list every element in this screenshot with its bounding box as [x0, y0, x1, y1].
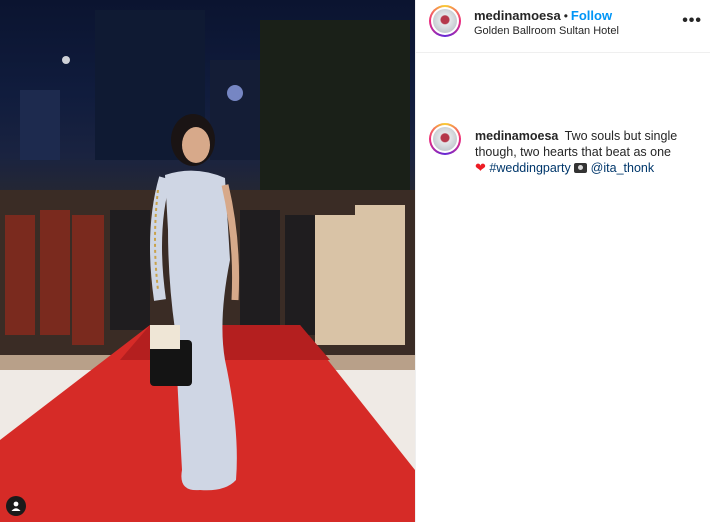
more-horizontal-icon[interactable]: •••: [682, 12, 702, 30]
separator-dot: •: [563, 9, 568, 23]
username-link[interactable]: medinamoesa: [474, 8, 561, 23]
follow-button[interactable]: Follow: [571, 8, 612, 23]
avatar[interactable]: [429, 5, 461, 37]
post-photo[interactable]: [0, 0, 415, 522]
post-author-row: medinamoesa • Follow: [474, 8, 612, 23]
post-header: medinamoesa • Follow Golden Ballroom Sulta…: [416, 0, 710, 53]
hashtag-link[interactable]: #weddingparty: [489, 161, 570, 175]
post-side-panel: medinamoesa • Follow Golden Ballroom Sulta…: [415, 0, 710, 522]
caption-author-link[interactable]: medinamoesa: [475, 129, 558, 143]
caption-text: medinamoesa Two souls but single though,…: [475, 128, 700, 176]
tagged-user-button[interactable]: [6, 496, 26, 516]
post-image: [0, 10, 415, 522]
heart-emoji: ❤: [475, 160, 486, 175]
caption-avatar[interactable]: [429, 123, 461, 155]
mention-link[interactable]: @ita_thonk: [591, 161, 654, 175]
location-link[interactable]: Golden Ballroom Sultan Hotel: [474, 25, 619, 37]
camera-icon: [574, 163, 588, 173]
person-tag-icon: [11, 501, 21, 511]
